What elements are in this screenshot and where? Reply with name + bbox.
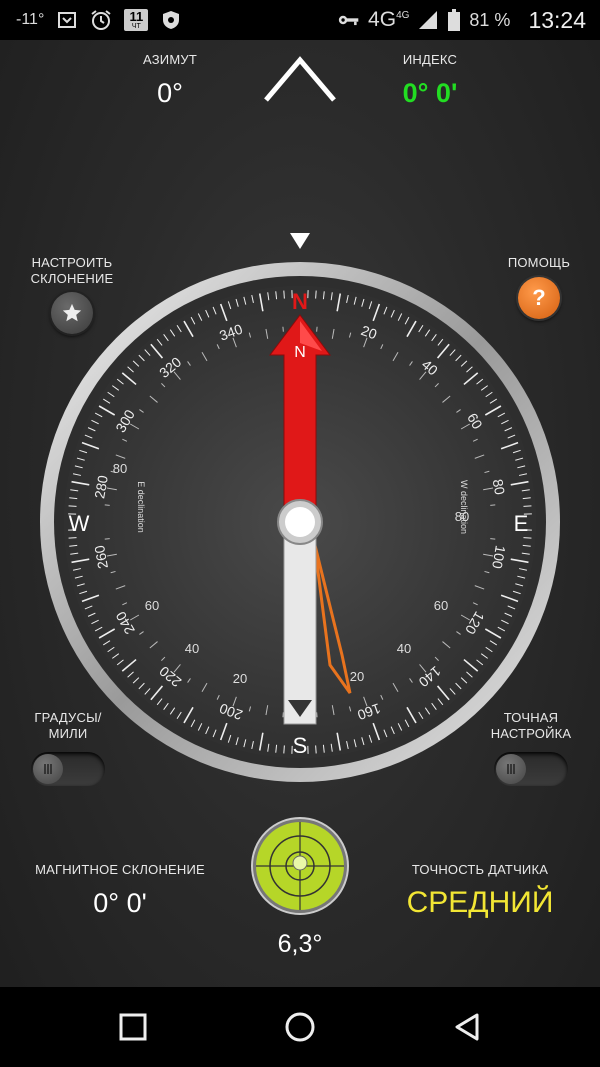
needle-letter: N (294, 344, 306, 361)
declination-degree-label: 20 (233, 671, 247, 686)
declination-degree-label: 20 (350, 669, 364, 684)
units-toggle-label: ГРАДУСЫ/ МИЛИ (18, 710, 118, 742)
e-declination-label: E declination (136, 481, 146, 533)
signal-icon (417, 9, 439, 31)
bubble-level (250, 816, 350, 916)
azimuth-value: 0° (157, 78, 183, 108)
navigation-bar (0, 987, 600, 1067)
units-toggle-label-line2: МИЛИ (48, 726, 88, 741)
declination-degree-label: 80 (113, 461, 127, 476)
declination-degree-label: 40 (185, 641, 199, 656)
compass-tick (283, 745, 285, 754)
calendar-weekday: ЧТ (131, 22, 141, 30)
cardinal-s: S (293, 733, 308, 758)
cardinal-w: W (69, 511, 90, 536)
download-box-icon (56, 9, 78, 31)
square-icon[interactable] (113, 1007, 153, 1047)
compass-app: -11° 11 ЧТ 4G 4G 81 % 13:24 АЗИМУТ 0° ИН… (0, 0, 600, 1067)
index-label: ИНДЕКС (402, 52, 458, 67)
compass-tick (68, 537, 77, 539)
w-declination-label: W declination (459, 480, 469, 534)
shield-icon (160, 9, 182, 31)
battery-icon (447, 9, 461, 31)
key-icon (338, 9, 360, 31)
units-toggle[interactable] (31, 752, 105, 786)
calendar-11-icon: 11 ЧТ (124, 8, 149, 31)
network-type-small: 4G (396, 9, 410, 21)
azimuth-label: АЗИМУТ (143, 52, 197, 67)
compass-tick (523, 505, 532, 507)
toggle-knob (33, 754, 63, 784)
units-toggle-label-line1: ГРАДУСЫ/ (34, 710, 102, 725)
compass-tick (68, 505, 77, 507)
temperature: -11° (16, 11, 45, 28)
status-bar: -11° 11 ЧТ 4G 4G 81 % 13:24 (0, 0, 600, 40)
magnetic-declination-label: МАГНИТНОЕ СКЛОНЕНИЕ (35, 862, 205, 877)
circle-icon[interactable] (280, 1007, 320, 1047)
calendar-day: 11 (129, 8, 144, 24)
sensor-accuracy-label: ТОЧНОСТЬ ДАТЧИКА (411, 862, 549, 877)
clock: 13:24 (528, 6, 586, 33)
declination-degree-label: 60 (145, 598, 159, 613)
network-type: 4G (368, 8, 397, 31)
fine-toggle-label-line1: ТОЧНАЯ (503, 710, 559, 725)
sensor-accuracy-value: СРЕДНИЙ (406, 886, 554, 919)
magnetic-declination-value: 0° 0' (93, 888, 147, 918)
fine-toggle-label-line2: НАСТРОЙКА (490, 726, 572, 741)
fine-toggle[interactable] (494, 752, 568, 786)
battery-percent: 81 % (469, 9, 511, 30)
back-triangle-icon[interactable] (448, 1007, 488, 1047)
north-marker-icon (290, 233, 310, 249)
fine-toggle-label: ТОЧНАЯ НАСТРОЙКА (476, 710, 586, 742)
toggle-knob (496, 754, 526, 784)
declination-degree-label: 60 (434, 598, 448, 613)
level-angle: 6,3° (277, 930, 323, 958)
compass-tick (283, 290, 285, 299)
cardinal-e: E (514, 511, 529, 536)
alarm-icon (90, 9, 112, 31)
declination-degree-label: 40 (397, 641, 411, 656)
compass-tick (523, 537, 532, 539)
compass-tick (315, 290, 317, 299)
compass-tick (315, 745, 317, 754)
direction-chevron-icon (262, 54, 338, 104)
cardinal-n: N (292, 289, 308, 314)
compass-degree-label: 80 (490, 478, 508, 496)
index-value: 0° 0' (402, 78, 458, 108)
